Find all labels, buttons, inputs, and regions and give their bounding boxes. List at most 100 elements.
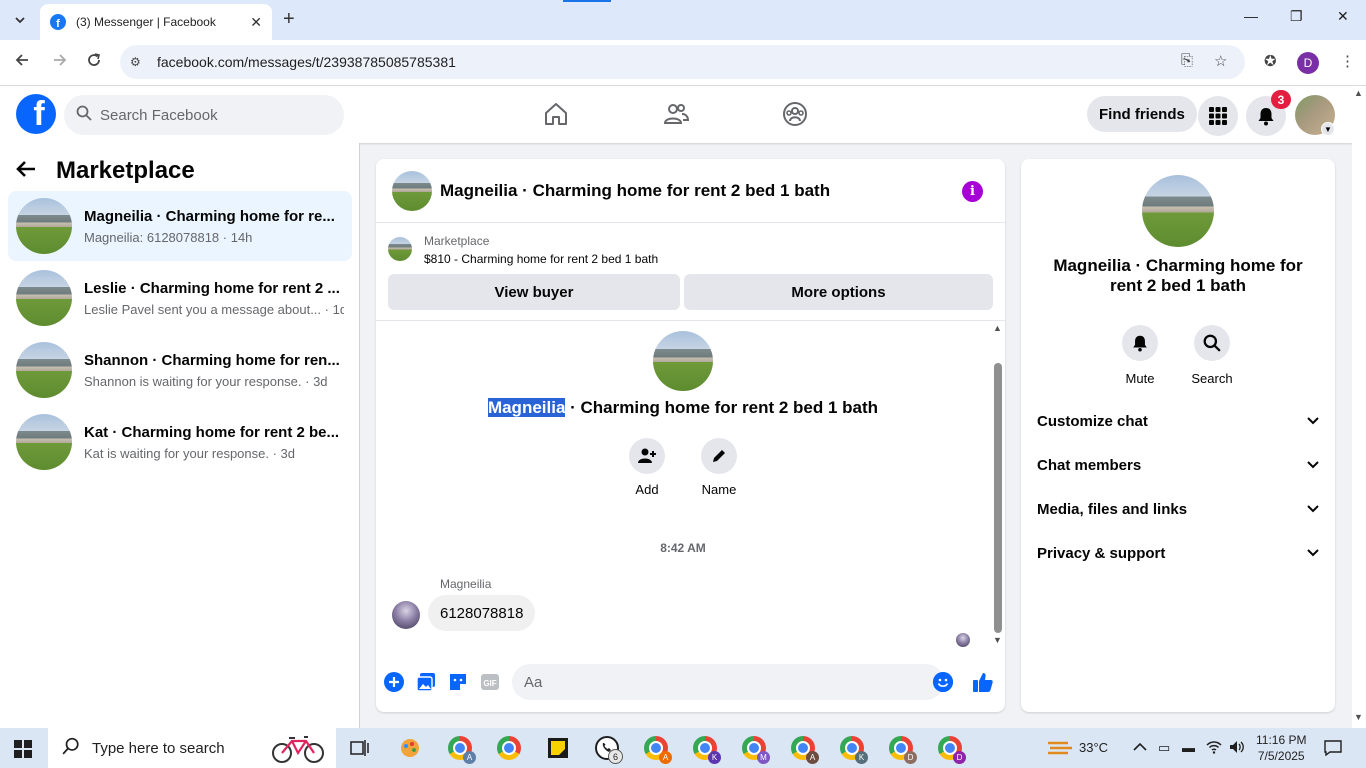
name-action[interactable]: Name <box>689 438 749 497</box>
photo-icon[interactable] <box>415 671 437 693</box>
listing-thumbnail <box>16 270 72 326</box>
facebook-search[interactable] <box>64 95 344 135</box>
new-tab-button[interactable]: + <box>283 8 295 31</box>
install-app-icon[interactable]: ⎘ <box>1181 52 1193 69</box>
sender-avatar[interactable] <box>392 601 420 629</box>
facebook-logo-icon[interactable]: f <box>16 94 56 134</box>
section-privacy-support[interactable]: Privacy & support <box>1029 531 1327 575</box>
view-buyer-button[interactable]: View buyer <box>388 274 680 310</box>
details-title: Magneilia · Charming home for rent 2 bed… <box>1053 256 1303 295</box>
tab-accent <box>563 0 611 2</box>
section-chat-members[interactable]: Chat members <box>1029 443 1327 487</box>
tab-search-button[interactable] <box>8 8 32 32</box>
chrome-profile-label: D <box>953 751 966 764</box>
section-customize-chat[interactable]: Customize chat <box>1029 399 1327 443</box>
chrome-profile-d-icon[interactable]: D <box>938 736 966 764</box>
back-icon[interactable] <box>14 52 30 73</box>
weather-icon[interactable] <box>1046 738 1074 761</box>
home-icon[interactable] <box>542 100 570 128</box>
close-window-button[interactable]: ✕ <box>1337 8 1349 25</box>
chevron-down-icon <box>15 17 25 24</box>
windows-start-icon[interactable] <box>14 740 32 758</box>
conversation-item[interactable]: Shannon · Charming home for ren... Shann… <box>8 335 352 405</box>
close-tab-icon[interactable]: ✕ <box>250 14 262 31</box>
temperature-text[interactable]: 33°C <box>1079 740 1108 755</box>
scroll-down-icon[interactable]: ▼ <box>1354 712 1363 722</box>
listing-thumbnail <box>388 237 412 261</box>
bookmark-star-icon[interactable]: ☆ <box>1214 52 1227 70</box>
volume-icon[interactable] <box>1229 740 1245 757</box>
thread-scrollbar[interactable]: ▲ ▼ <box>990 321 1005 651</box>
conversation-item[interactable]: Magneilia · Charming home for re... Magn… <box>8 191 352 261</box>
tray-chevron-icon[interactable] <box>1133 740 1147 755</box>
find-friends-button[interactable]: Find friends <box>1087 96 1197 132</box>
message-input[interactable] <box>524 673 904 691</box>
thumbs-up-icon[interactable] <box>972 671 994 693</box>
chat-title[interactable]: Magneilia · Charming home for rent 2 bed… <box>440 181 830 201</box>
groups-icon[interactable] <box>781 100 809 128</box>
conversation-item[interactable]: Leslie · Charming home for rent 2 ... Le… <box>8 263 352 333</box>
chrome-profile-k2-icon[interactable]: D <box>889 736 917 764</box>
system-clock[interactable]: 11:16 PM 7/5/2025 <box>1256 732 1306 764</box>
more-options-button[interactable]: More options <box>684 274 993 310</box>
gif-icon[interactable]: GIF <box>479 671 501 693</box>
chrome-profile-a4-icon[interactable]: K <box>840 736 868 764</box>
account-chevron-icon[interactable]: ▼ <box>1321 122 1335 136</box>
minimize-button[interactable]: — <box>1244 8 1258 24</box>
grid-icon <box>1209 107 1227 125</box>
chrome-profile-a3-icon[interactable]: K <box>693 736 721 764</box>
scroll-thumb[interactable] <box>994 363 1002 633</box>
bell-icon <box>1258 108 1274 126</box>
browser-profile-avatar[interactable]: D <box>1297 52 1319 74</box>
menu-grid-button[interactable] <box>1198 96 1238 136</box>
emoji-icon[interactable] <box>933 672 953 692</box>
battery-icon[interactable]: ▬ <box>1182 740 1195 755</box>
taskbar-search[interactable]: Type here to search <box>48 728 336 768</box>
extensions-icon[interactable]: ✪ <box>1264 52 1277 70</box>
chrome-icon[interactable] <box>497 736 521 760</box>
forward-icon[interactable] <box>52 52 68 73</box>
info-icon[interactable]: i <box>962 181 983 202</box>
restore-button[interactable]: ❐ <box>1290 8 1303 25</box>
whatsapp-icon[interactable]: 6 <box>595 736 623 764</box>
scroll-up-icon[interactable]: ▲ <box>993 323 1002 333</box>
chrome-profile-a2-icon[interactable]: A <box>644 736 672 764</box>
conversation-item[interactable]: Kat · Charming home for rent 2 be... Kat… <box>8 407 352 477</box>
search-input[interactable] <box>100 106 320 124</box>
page-scrollbar[interactable]: ▲ ▼ <box>1352 86 1366 728</box>
plus-circle-icon[interactable] <box>383 671 405 693</box>
back-arrow-icon[interactable] <box>16 158 40 184</box>
wifi-icon[interactable] <box>1206 740 1222 757</box>
paint-app-icon[interactable] <box>398 736 422 760</box>
message-input-box[interactable] <box>512 664 944 700</box>
sticker-icon[interactable] <box>447 671 469 693</box>
chat-avatar[interactable] <box>392 170 432 211</box>
chrome-profile-label: D <box>904 751 917 764</box>
reload-icon[interactable] <box>86 52 102 73</box>
add-action[interactable]: Add <box>617 438 677 497</box>
scroll-down-icon[interactable]: ▼ <box>993 635 1002 645</box>
browser-menu-icon[interactable]: ⋮ <box>1340 52 1355 70</box>
omnibox[interactable]: ⚙ facebook.com/messages/t/23938785085785… <box>120 45 1245 79</box>
bicycle-icon <box>270 734 326 768</box>
task-view-icon[interactable] <box>348 736 372 760</box>
chrome-profile-m-icon[interactable]: A <box>791 736 819 764</box>
scroll-up-icon[interactable]: ▲ <box>1354 88 1363 98</box>
chrome-profile-label: M <box>757 751 770 764</box>
chrome-profile-k-icon[interactable]: M <box>742 736 770 764</box>
listing-price[interactable]: $810 - Charming home for rent 2 bed 1 ba… <box>424 252 658 266</box>
friends-icon[interactable] <box>662 100 690 128</box>
tab-messenger[interactable]: f (3) Messenger | Facebook ✕ <box>40 4 272 40</box>
search-icon <box>62 737 80 759</box>
bell-icon <box>1122 325 1158 361</box>
chrome-profile-a-icon[interactable]: A <box>448 736 476 764</box>
meet-now-icon[interactable]: ▭ <box>1158 740 1170 756</box>
search-action[interactable]: Search <box>1182 325 1242 386</box>
mute-action[interactable]: Mute <box>1110 325 1170 386</box>
message-bubble[interactable]: 6128078818 <box>428 595 536 631</box>
conversation-name: Shannon · Charming home for ren... <box>84 351 340 369</box>
section-media-files-links[interactable]: Media, files and links <box>1029 487 1327 531</box>
sticky-notes-icon[interactable] <box>546 736 570 760</box>
site-info-icon[interactable]: ⚙ <box>130 55 146 69</box>
notification-center-icon[interactable] <box>1324 740 1342 759</box>
